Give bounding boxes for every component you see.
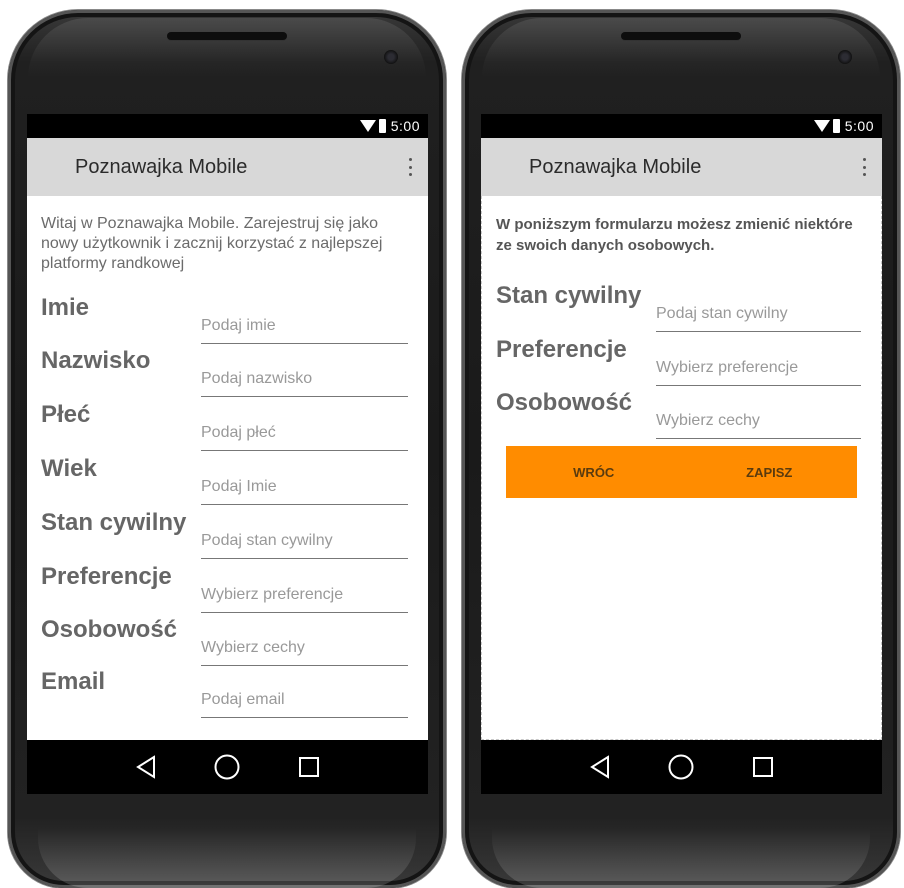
- preferences-input[interactable]: Wybierz preferencje: [656, 351, 861, 386]
- field-row-plec: Płeć Podaj płeć: [41, 401, 408, 451]
- nav-bar: [27, 740, 428, 794]
- email-input[interactable]: Podaj email: [201, 683, 408, 718]
- bezel-gloss: [28, 18, 426, 78]
- gender-input[interactable]: Podaj płeć: [201, 416, 408, 451]
- field-label: Płeć: [41, 401, 91, 428]
- screen: 5:00 Poznawajka Mobile Witaj w Poznawajk…: [27, 114, 428, 794]
- battery-icon: [378, 119, 386, 133]
- home-icon[interactable]: [213, 753, 241, 781]
- field-label: Osobowość: [41, 616, 178, 643]
- field-row-imie: Imie Podaj imie: [41, 294, 408, 344]
- earpiece: [167, 32, 287, 40]
- save-button[interactable]: ZAPISZ: [682, 446, 858, 498]
- field-label: Preferencje: [41, 563, 172, 590]
- app-bar: Poznawajka Mobile: [481, 138, 882, 196]
- front-camera: [384, 50, 398, 64]
- field-label: Imie: [41, 294, 90, 321]
- recents-icon[interactable]: [751, 755, 775, 779]
- overflow-menu-icon[interactable]: [860, 158, 868, 176]
- action-button-bar: WRÓC ZAPISZ: [506, 446, 857, 498]
- field-row-email: Email Podaj email: [41, 668, 408, 718]
- front-camera: [838, 50, 852, 64]
- marital-status-input[interactable]: Podaj stan cywilny: [656, 297, 861, 332]
- app-title: Poznawajka Mobile: [529, 155, 702, 178]
- status-time: 5:00: [844, 118, 874, 134]
- marital-status-input[interactable]: Podaj stan cywilny: [201, 524, 408, 559]
- battery-icon: [832, 119, 840, 133]
- status-time: 5:00: [390, 118, 420, 134]
- preferences-input[interactable]: Wybierz preferencje: [201, 578, 408, 613]
- field-label: Email: [41, 668, 106, 695]
- wifi-icon: [813, 120, 830, 132]
- field-label: Stan cywilny: [41, 509, 187, 536]
- phone-register: 5:00 Poznawajka Mobile Witaj w Poznawajk…: [8, 10, 446, 888]
- field-row-wiek: Wiek Podaj Imie: [41, 455, 408, 505]
- chin-gloss: [492, 828, 870, 888]
- overflow-menu-icon[interactable]: [406, 158, 414, 176]
- age-input[interactable]: Podaj Imie: [201, 470, 408, 505]
- field-label: Preferencje: [496, 336, 627, 363]
- app-title: Poznawajka Mobile: [75, 155, 248, 178]
- field-row-osobowosc: Osobowość Wybierz cechy: [496, 389, 861, 439]
- register-form: Witaj w Poznawajka Mobile. Zarejestruj s…: [27, 196, 428, 740]
- status-bar: 5:00: [27, 114, 428, 138]
- field-row-preferencje: Preferencje Wybierz preferencje: [41, 563, 408, 613]
- back-icon[interactable]: [135, 755, 157, 779]
- wifi-icon: [359, 120, 376, 132]
- personality-input[interactable]: Wybierz cechy: [656, 404, 861, 439]
- personality-input[interactable]: Wybierz cechy: [201, 631, 408, 666]
- field-row-osobowosc: Osobowość Wybierz cechy: [41, 616, 408, 666]
- app-bar: Poznawajka Mobile: [27, 138, 428, 196]
- field-row-stan-cywilny: Stan cywilny Podaj stan cywilny: [496, 282, 861, 332]
- field-label: Wiek: [41, 455, 97, 482]
- field-row-stan-cywilny: Stan cywilny Podaj stan cywilny: [41, 509, 408, 559]
- surname-input[interactable]: Podaj nazwisko: [201, 362, 408, 397]
- recents-icon[interactable]: [297, 755, 321, 779]
- back-button[interactable]: WRÓC: [506, 446, 682, 498]
- earpiece: [621, 32, 741, 40]
- name-input[interactable]: Podaj imie: [201, 309, 408, 344]
- edit-form: W poniższym formularzu możesz zmienić ni…: [481, 196, 882, 740]
- intro-text: Witaj w Poznawajka Mobile. Zarejestruj s…: [41, 215, 383, 272]
- stage: 5:00 Poznawajka Mobile Witaj w Poznawajk…: [0, 0, 904, 888]
- bezel-gloss: [482, 18, 880, 78]
- field-label: Osobowość: [496, 389, 633, 416]
- field-label: Nazwisko: [41, 347, 151, 374]
- phone-edit: 5:00 Poznawajka Mobile W poniższym formu…: [462, 10, 900, 888]
- field-label: Stan cywilny: [496, 282, 642, 309]
- status-bar: 5:00: [481, 114, 882, 138]
- nav-bar: [481, 740, 882, 794]
- intro-text: W poniższym formularzu możesz zmienić ni…: [496, 216, 853, 254]
- chin-gloss: [38, 828, 416, 888]
- home-icon[interactable]: [667, 753, 695, 781]
- field-row-nazwisko: Nazwisko Podaj nazwisko: [41, 347, 408, 397]
- field-row-preferencje: Preferencje Wybierz preferencje: [496, 336, 861, 386]
- back-icon[interactable]: [589, 755, 611, 779]
- screen: 5:00 Poznawajka Mobile W poniższym formu…: [481, 114, 882, 794]
